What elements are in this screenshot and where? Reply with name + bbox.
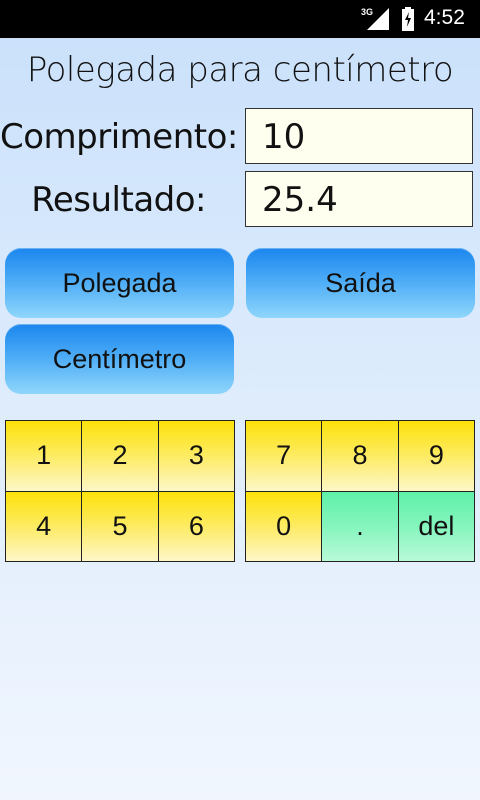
exit-button[interactable]: Saída: [246, 248, 475, 318]
result-label: Resultado:: [31, 180, 206, 220]
key-4[interactable]: 4: [6, 490, 83, 561]
key-5[interactable]: 5: [82, 490, 159, 561]
length-input[interactable]: 10: [245, 108, 473, 164]
inch-button[interactable]: Polegada: [5, 248, 234, 318]
length-label: Comprimento:: [0, 117, 238, 157]
signal-icon: [367, 8, 389, 30]
key-8[interactable]: 8: [322, 420, 399, 491]
key-9[interactable]: 9: [398, 420, 475, 491]
result-field[interactable]: 25.4: [245, 171, 473, 227]
key-1[interactable]: 1: [6, 420, 83, 491]
key-6[interactable]: 6: [158, 490, 235, 561]
key-2[interactable]: 2: [82, 420, 159, 491]
keypad-right: 7 8 9 0 . del: [245, 420, 475, 562]
key-7[interactable]: 7: [246, 420, 323, 491]
battery-charging-icon: [402, 7, 414, 31]
clock: 4:52: [424, 6, 465, 29]
key-3[interactable]: 3: [158, 420, 235, 491]
centimeter-button[interactable]: Centímetro: [5, 324, 234, 394]
key-delete[interactable]: del: [398, 490, 475, 561]
page-title: Polegada para centímetro: [26, 50, 454, 90]
keypad-left: 1 2 3 4 5 6: [5, 420, 235, 562]
status-bar: 3G 4:52: [0, 0, 480, 38]
key-0[interactable]: 0: [246, 490, 323, 561]
key-decimal-point[interactable]: .: [322, 490, 399, 561]
